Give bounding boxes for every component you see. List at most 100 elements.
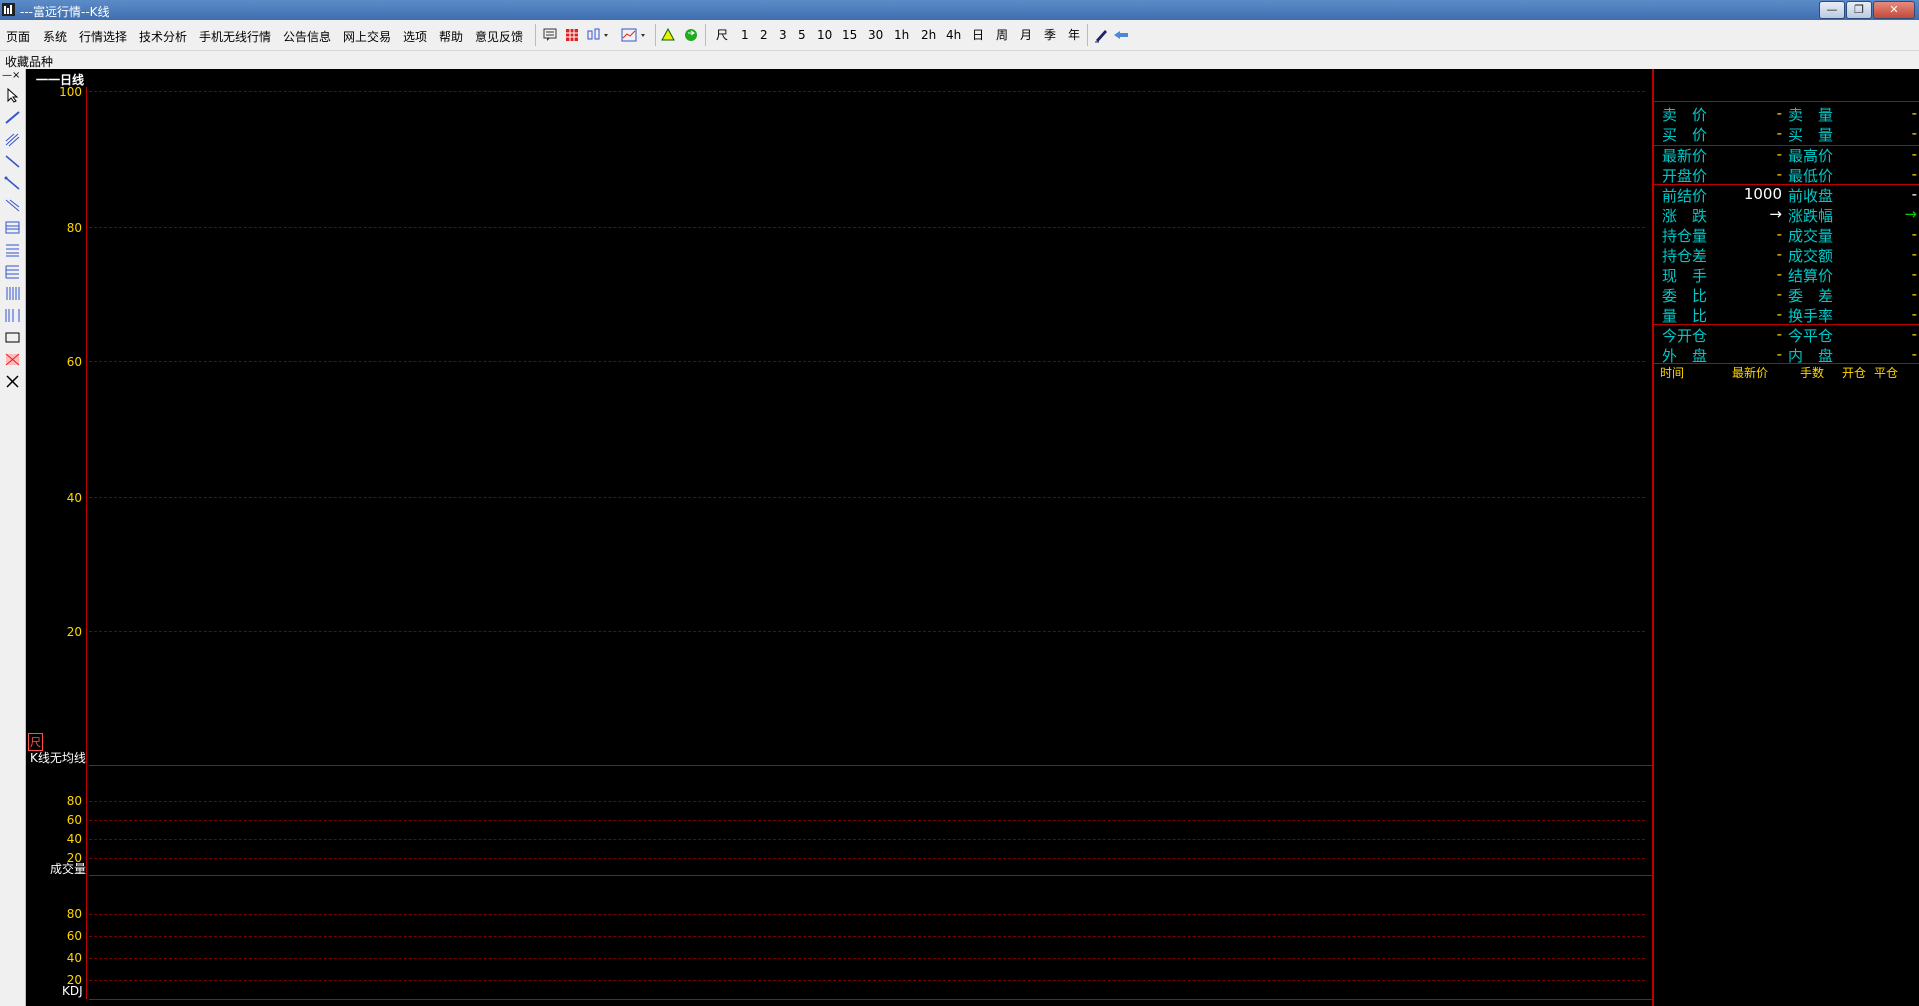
kdj-label: KDJ — [62, 984, 83, 998]
grid-line — [89, 980, 1645, 981]
period-3min[interactable]: 3 — [779, 26, 787, 44]
grid-line — [89, 361, 1645, 362]
volume-ytick: 80 — [66, 794, 82, 808]
kline-chart[interactable]: 一一日线 100 80 60 40 20 尺 K线无均线 80 60 40 20… — [26, 69, 1652, 1006]
window-title: ---富远行情--K线 — [20, 5, 110, 19]
toolstrip-pin-close[interactable]: —× — [2, 70, 20, 81]
quote-row: 外 盘-内 盘- — [1662, 345, 1917, 365]
period-week[interactable]: 周 — [996, 26, 1008, 44]
refresh-icon[interactable] — [683, 26, 699, 44]
percent-lines-tool-icon[interactable] — [4, 241, 21, 258]
tick-header-close: 平仓 — [1874, 366, 1899, 380]
grid-line — [89, 227, 1645, 228]
grid-line — [89, 497, 1645, 498]
quote-row: 今开仓 - 今平仓 - — [1662, 325, 1917, 345]
pane-divider — [89, 765, 1652, 766]
grid-line — [89, 91, 1645, 92]
menu-online-trade[interactable]: 网上交易 — [343, 28, 391, 45]
menu-help[interactable]: 帮助 — [439, 28, 463, 45]
menu-bar: 页面 系统 行情选择 技术分析 手机无线行情 公告信息 网上交易 选项 帮助 意… — [0, 20, 1919, 51]
maximize-button[interactable]: ❐ — [1846, 1, 1872, 19]
menu-options[interactable]: 选项 — [403, 28, 427, 45]
period-5min[interactable]: 5 — [798, 26, 806, 44]
parallel-lines-tool-icon[interactable] — [4, 131, 21, 148]
tick-header-lots: 手数 — [1800, 366, 1825, 380]
grid-table-icon[interactable] — [564, 26, 580, 44]
main-ytick: 20 — [66, 625, 82, 639]
main-ytick: 60 — [66, 355, 82, 369]
menu-market-select[interactable]: 行情选择 — [79, 28, 127, 45]
menu-system[interactable]: 系统 — [43, 28, 67, 45]
rectangle-tool-icon[interactable] — [4, 329, 21, 346]
main-indicator-label: K线无均线 — [30, 751, 86, 765]
menu-mobile-quotes[interactable]: 手机无线行情 — [199, 28, 271, 45]
main-ytick: 80 — [66, 221, 82, 235]
delete-drawing-icon[interactable] — [4, 351, 21, 368]
period-1min[interactable]: 1 — [741, 26, 749, 44]
quote-row: 持仓量 - 成交量 - — [1662, 225, 1917, 245]
draw-pen-icon[interactable] — [1093, 26, 1109, 44]
menu-page[interactable]: 页面 — [6, 28, 30, 45]
period-year[interactable]: 年 — [1068, 26, 1080, 44]
quote-row: 涨 跌 → 涨跌幅 → — [1662, 205, 1917, 225]
menu-announcements[interactable]: 公告信息 — [283, 28, 331, 45]
quote-row: 买 价-买 量- — [1662, 124, 1917, 144]
ray-line-tool-icon[interactable] — [4, 175, 21, 192]
period-day[interactable]: 日 — [972, 26, 984, 44]
quote-row: 开盘价 - 最低价 - — [1662, 165, 1917, 185]
minimize-button[interactable]: — — [1819, 1, 1845, 19]
period-lines-tool-icon[interactable] — [4, 285, 21, 302]
fib-time-tool-icon[interactable] — [4, 307, 21, 324]
tick-header-open: 开仓 — [1842, 366, 1867, 380]
diagonal-line-tool-icon[interactable] — [4, 153, 21, 170]
line-chart-icon[interactable] — [620, 26, 650, 44]
favorites-bar: 收藏品种 — [0, 51, 1919, 69]
clear-all-icon[interactable] — [4, 373, 21, 390]
pane-divider — [89, 999, 1652, 1000]
period-10min[interactable]: 10 — [817, 26, 832, 44]
period-ruler[interactable]: 尺 — [716, 26, 728, 44]
quote-row: 前结价 1000 前收盘 - — [1662, 185, 1917, 205]
candlestick-icon[interactable] — [586, 26, 612, 44]
menu-feedback[interactable]: 意见反馈 — [475, 28, 523, 45]
app-icon — [2, 3, 15, 16]
grid-line — [89, 914, 1645, 915]
volume-ytick: 40 — [66, 832, 82, 846]
period-15min[interactable]: 15 — [842, 26, 857, 44]
fibonacci-tool-icon[interactable] — [4, 219, 21, 236]
grid-line — [89, 858, 1645, 859]
close-button[interactable]: ✕ — [1873, 1, 1915, 19]
favorites-label[interactable]: 收藏品种 — [5, 53, 53, 70]
main-ytick: 40 — [66, 491, 82, 505]
kdj-ytick: 80 — [66, 907, 82, 921]
alert-triangle-icon[interactable] — [660, 26, 676, 44]
quote-row: 持仓差 - 成交额 - — [1662, 245, 1917, 265]
period-4h[interactable]: 4h — [946, 26, 961, 44]
tick-header-price: 最新价 — [1732, 366, 1769, 380]
trend-line-tool-icon[interactable] — [4, 109, 21, 126]
quote-row: 委 比-委 差- — [1662, 285, 1917, 305]
title-bar: ---富远行情--K线 — ❐ ✕ — [0, 0, 1919, 20]
pointer-tool-icon[interactable] — [4, 87, 21, 104]
quote-row: 现 手 - 结算价 - — [1662, 265, 1917, 285]
comment-icon[interactable] — [542, 26, 558, 44]
period-1h[interactable]: 1h — [894, 26, 909, 44]
grid-line — [89, 839, 1645, 840]
volume-ytick: 60 — [66, 813, 82, 827]
main-ytick: 100 — [59, 85, 82, 99]
quote-row: 卖 价-卖 量- — [1662, 104, 1917, 124]
tick-header-time: 时间 — [1660, 366, 1685, 380]
back-arrow-icon[interactable] — [1112, 26, 1130, 44]
period-month[interactable]: 月 — [1020, 26, 1032, 44]
grid-line — [89, 820, 1645, 821]
grid-line — [89, 958, 1645, 959]
menu-tech-analysis[interactable]: 技术分析 — [139, 28, 187, 45]
grid-line — [89, 801, 1645, 802]
period-quarter[interactable]: 季 — [1044, 26, 1056, 44]
golden-ratio-tool-icon[interactable] — [4, 263, 21, 280]
period-2min[interactable]: 2 — [760, 26, 768, 44]
period-2h[interactable]: 2h — [921, 26, 936, 44]
kdj-ytick: 60 — [66, 929, 82, 943]
channel-tool-icon[interactable] — [4, 197, 21, 214]
period-30min[interactable]: 30 — [868, 26, 883, 44]
